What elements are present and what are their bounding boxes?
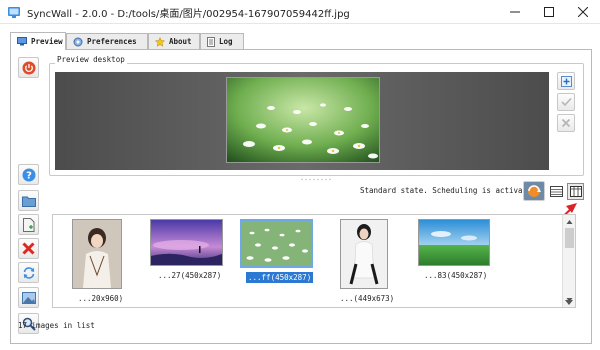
refresh-button[interactable] bbox=[18, 262, 39, 283]
red-x-icon bbox=[22, 242, 35, 255]
confirm-button[interactable] bbox=[557, 93, 575, 111]
window-title: SyncWall - 2.0.0 - D:/tools/桌面/图片/002954… bbox=[27, 9, 350, 20]
image-thumbnail[interactable] bbox=[418, 219, 490, 266]
maximize-button[interactable] bbox=[532, 0, 566, 23]
desktop-wallpaper-image bbox=[226, 77, 380, 163]
image-caption: ...27(450x287) bbox=[158, 271, 222, 280]
image-caption: ...20x960) bbox=[78, 294, 124, 303]
gray-x-icon bbox=[561, 118, 571, 128]
image-thumbnail[interactable] bbox=[72, 219, 122, 289]
app-icon bbox=[8, 7, 20, 18]
svg-text:?: ? bbox=[26, 170, 32, 181]
add-file-button[interactable] bbox=[18, 214, 39, 235]
image-thumbnail[interactable] bbox=[150, 219, 223, 266]
tab-preferences[interactable]: Preferences bbox=[66, 33, 148, 49]
plus-icon bbox=[560, 75, 572, 87]
star-icon bbox=[155, 36, 165, 47]
log-icon bbox=[207, 36, 215, 47]
preview-desktop-label: Preview desktop bbox=[55, 55, 127, 64]
check-icon bbox=[560, 97, 572, 107]
column-view-icon bbox=[569, 186, 582, 197]
image-thumbnail[interactable] bbox=[340, 219, 388, 289]
image-caption-selected: ...ff(450x287) bbox=[246, 272, 314, 283]
image-thumbnail[interactable] bbox=[240, 219, 313, 268]
picture-icon bbox=[21, 291, 36, 304]
chevron-down-icon bbox=[564, 299, 573, 305]
add-folder-button[interactable] bbox=[18, 190, 39, 211]
power-icon bbox=[22, 61, 35, 74]
scheduler-icon bbox=[528, 185, 541, 197]
tab-label: Preview bbox=[31, 37, 63, 46]
delete-monitor-button[interactable] bbox=[557, 114, 575, 132]
close-icon bbox=[578, 6, 588, 17]
tab-log[interactable]: Log bbox=[200, 33, 244, 49]
list-view-button[interactable] bbox=[549, 184, 564, 199]
image-list[interactable] bbox=[52, 214, 576, 308]
minimize-button[interactable] bbox=[498, 0, 532, 23]
file-add-icon bbox=[22, 217, 34, 232]
help-button[interactable]: ? bbox=[18, 164, 39, 185]
scroll-down-button[interactable] bbox=[562, 298, 575, 307]
tab-label: About bbox=[169, 37, 192, 46]
splitter-handle[interactable] bbox=[52, 178, 582, 181]
tab-about[interactable]: About bbox=[148, 33, 200, 49]
column-view-button[interactable] bbox=[567, 183, 584, 200]
tab-preview[interactable]: Preview bbox=[10, 32, 66, 50]
tab-label: Preferences bbox=[87, 37, 137, 46]
tab-label: Log bbox=[219, 37, 233, 46]
image-view-button[interactable] bbox=[18, 287, 39, 308]
image-count-status: 17 images in list bbox=[18, 321, 95, 330]
power-button[interactable] bbox=[18, 57, 39, 78]
title-bar: SyncWall - 2.0.0 - D:/tools/桌面/图片/002954… bbox=[0, 0, 600, 24]
close-button[interactable] bbox=[566, 0, 600, 23]
folder-icon bbox=[21, 196, 36, 207]
image-list-scrollbar[interactable] bbox=[562, 215, 575, 307]
help-icon: ? bbox=[22, 168, 35, 181]
refresh-icon bbox=[23, 266, 34, 279]
scheduler-status-text: Standard state. Scheduling is activated bbox=[360, 186, 537, 195]
add-monitor-button[interactable] bbox=[557, 72, 575, 90]
image-caption: ...(449x673) bbox=[340, 294, 395, 303]
monitor-icon bbox=[17, 37, 27, 46]
scheduler-toggle-button[interactable] bbox=[523, 181, 545, 201]
remove-button[interactable] bbox=[18, 238, 39, 259]
list-view-icon bbox=[550, 186, 563, 197]
image-caption: ...83(450x287) bbox=[424, 271, 488, 280]
gear-icon bbox=[73, 37, 83, 46]
